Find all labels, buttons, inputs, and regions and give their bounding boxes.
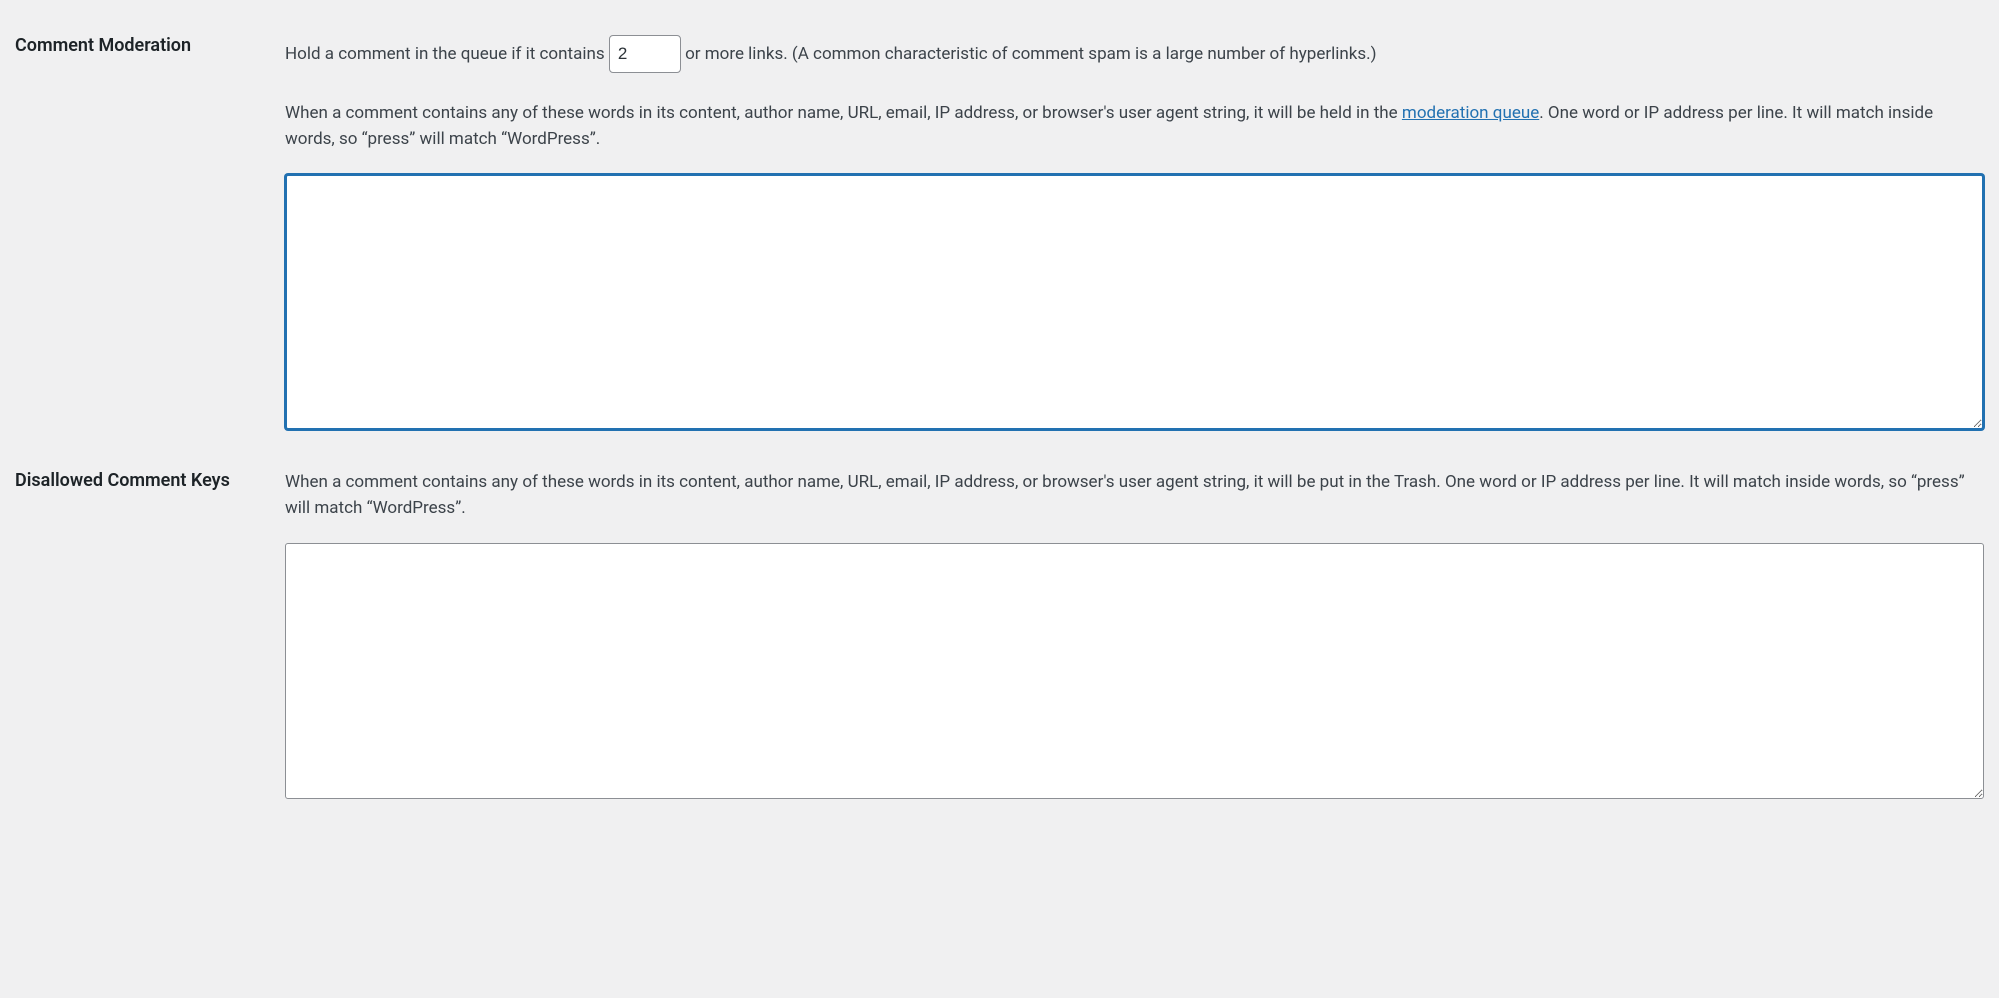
- max-links-description: Hold a comment in the queue if it contai…: [285, 35, 1984, 73]
- disallowed-keys-cell: When a comment contains any of these wor…: [285, 460, 1984, 829]
- moderation-keys-desc-before: When a comment contains any of these wor…: [285, 103, 1402, 123]
- max-links-text-after: or more links. (A common characteristic …: [685, 44, 1377, 64]
- comment-moderation-heading: Comment Moderation: [15, 25, 285, 460]
- disallowed-keys-description: When a comment contains any of these wor…: [285, 470, 1984, 521]
- disallowed-keys-row: Disallowed Comment Keys When a comment c…: [15, 460, 1984, 829]
- comment-moderation-cell: Hold a comment in the queue if it contai…: [285, 25, 1984, 460]
- comment-moderation-row: Comment Moderation Hold a comment in the…: [15, 25, 1984, 460]
- settings-form-table: Comment Moderation Hold a comment in the…: [15, 25, 1984, 829]
- moderation-queue-link[interactable]: moderation queue: [1402, 103, 1539, 123]
- moderation-keys-description: When a comment contains any of these wor…: [285, 101, 1984, 152]
- comment-max-links-input[interactable]: [609, 35, 681, 73]
- max-links-text-before: Hold a comment in the queue if it contai…: [285, 44, 609, 64]
- moderation-keys-textarea[interactable]: [285, 174, 1984, 430]
- disallowed-keys-textarea[interactable]: [285, 543, 1984, 799]
- disallowed-keys-heading: Disallowed Comment Keys: [15, 460, 285, 829]
